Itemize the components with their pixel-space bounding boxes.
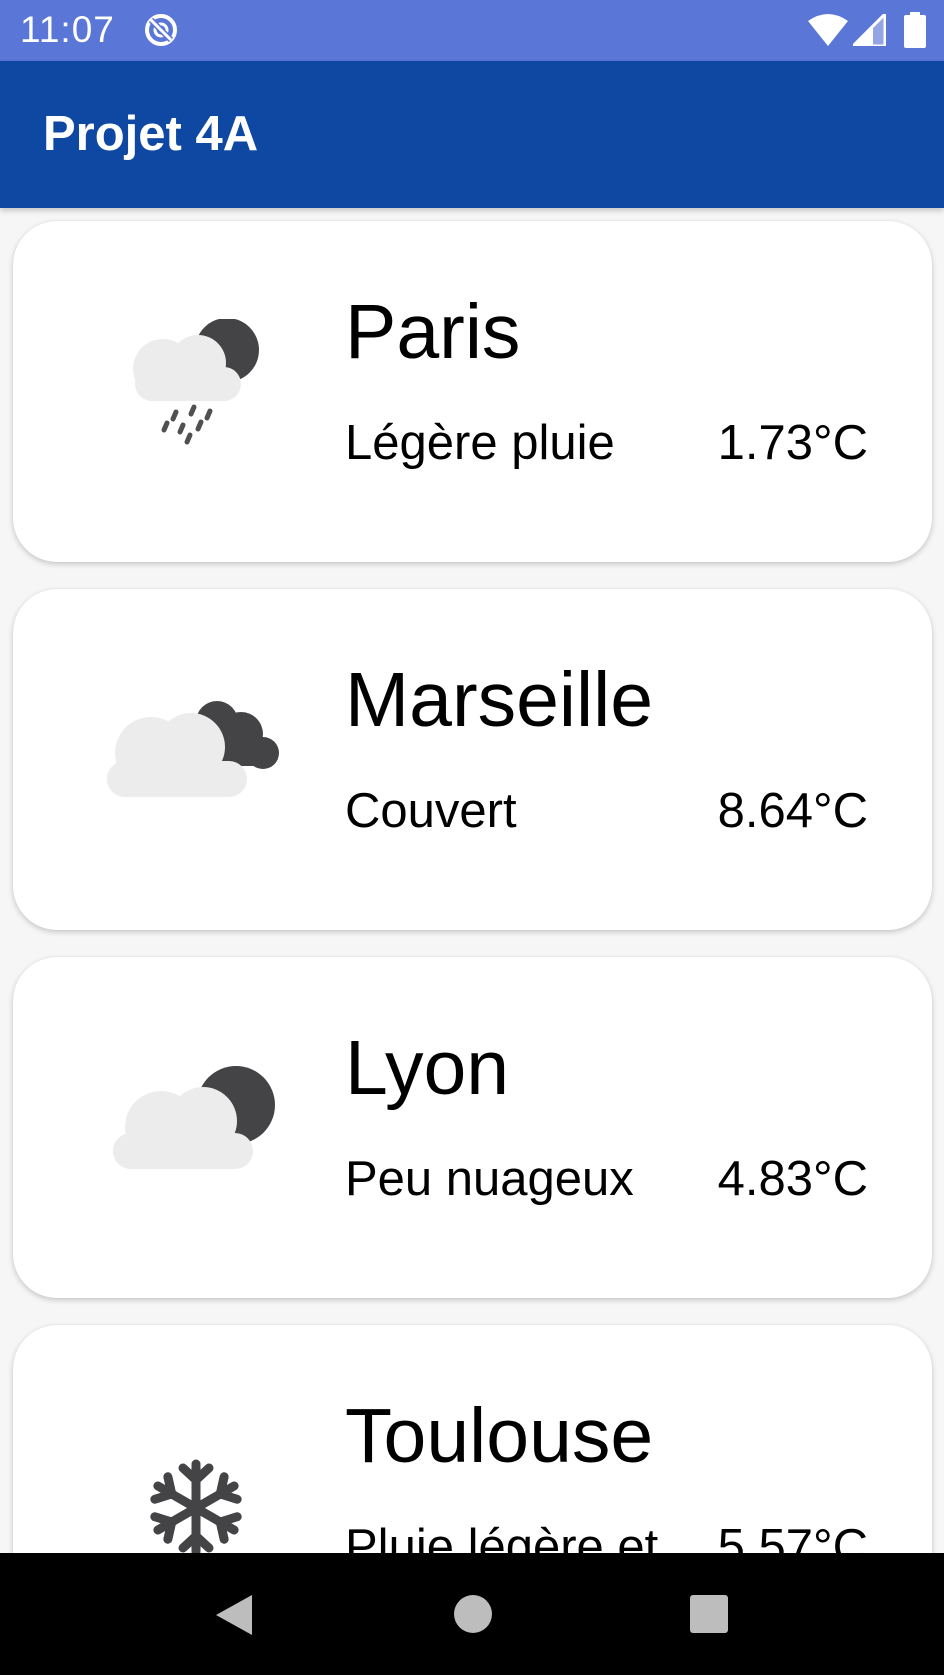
status-time: 11:07: [20, 9, 115, 50]
light-rain-night-icon: [133, 319, 259, 445]
weather-description: Couvert: [345, 784, 517, 838]
status-bar: 11:07: [0, 0, 944, 61]
city-card-marseille[interactable]: Marseille Couvert 8.64°C: [13, 589, 932, 930]
weather-description: Pluie légère et: [345, 1520, 659, 1553]
city-card-lyon[interactable]: Lyon Peu nuageux 4.83°C: [13, 957, 932, 1298]
cell-signal-icon: [853, 14, 886, 46]
city-card-toulouse[interactable]: Toulouse Pluie légère et 5.57°C: [13, 1325, 932, 1553]
app-title: Projet 4A: [43, 107, 259, 161]
sync-off-icon: [145, 14, 177, 46]
city-card-paris[interactable]: Paris Légère pluie 1.73°C: [13, 221, 932, 562]
city-name: Toulouse: [345, 1393, 654, 1479]
city-name: Paris: [345, 289, 521, 375]
recents-icon[interactable]: [688, 1593, 730, 1635]
overcast-night-icon: [107, 701, 279, 797]
back-icon[interactable]: [212, 1593, 256, 1637]
temperature: 4.83°C: [717, 1152, 868, 1206]
city-name: Lyon: [345, 1025, 510, 1111]
app-bar: Projet 4A: [0, 61, 944, 208]
temperature: 8.64°C: [717, 784, 868, 838]
weather-description: Peu nuageux: [345, 1152, 634, 1206]
city-name: Marseille: [345, 657, 654, 743]
navigation-bar: [0, 1553, 944, 1675]
battery-icon: [904, 12, 926, 48]
home-icon[interactable]: [452, 1593, 494, 1635]
weather-description: Légère pluie: [345, 416, 615, 470]
wifi-icon: [808, 14, 848, 46]
temperature: 5.57°C: [717, 1520, 868, 1553]
partly-cloudy-night-icon: [113, 1066, 275, 1169]
city-list[interactable]: Paris Légère pluie 1.73°C Marseille Couv…: [0, 208, 944, 1553]
snowflake-icon: [150, 1459, 242, 1553]
temperature: 1.73°C: [717, 416, 868, 470]
